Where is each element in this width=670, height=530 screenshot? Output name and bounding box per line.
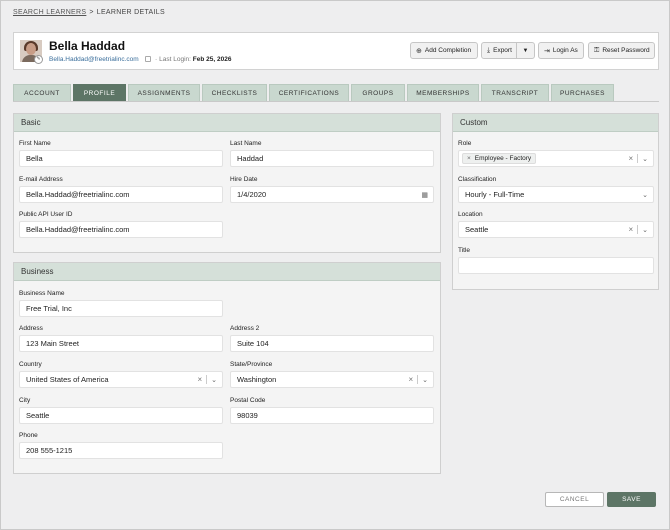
phone-label: Phone — [19, 432, 38, 439]
state-value: Washington — [237, 375, 277, 384]
export-label: Export — [493, 47, 512, 54]
last-name-field[interactable]: Haddad — [230, 150, 434, 167]
state-select[interactable]: Washington × ⌄ — [230, 371, 434, 388]
postal-code-field[interactable]: 98039 — [230, 407, 434, 424]
country-label: Country — [19, 361, 42, 368]
clear-icon[interactable]: × — [628, 154, 633, 163]
add-completion-button[interactable]: ⊕ Add Completion — [410, 42, 478, 59]
email-field[interactable]: Bella.Haddad@freetrialinc.com — [19, 186, 223, 203]
tab-transcript[interactable]: TRANSCRIPT — [481, 84, 549, 102]
role-value: Employee - Factory — [474, 155, 532, 162]
reset-password-label: Reset Password — [602, 47, 650, 54]
classification-value: Hourly - Full-Time — [465, 190, 525, 199]
custom-panel-title: Custom — [453, 114, 658, 132]
tab-certifications[interactable]: CERTIFICATIONS — [269, 84, 349, 102]
address2-field[interactable]: Suite 104 — [230, 335, 434, 352]
city-label: City — [19, 397, 31, 404]
business-name-field[interactable]: Free Trial, Inc — [19, 300, 223, 317]
breadcrumb: SEARCH LEARNERS > LEARNER DETAILS — [13, 9, 165, 16]
breadcrumb-search-learners[interactable]: SEARCH LEARNERS — [13, 9, 86, 16]
phone-field[interactable]: 208 555-1215 — [19, 442, 223, 459]
chevron-down-icon[interactable]: ▼ — [516, 43, 534, 58]
title-label: Title — [458, 247, 471, 254]
tab-purchases[interactable]: PURCHASES — [551, 84, 614, 102]
copy-icon[interactable] — [145, 56, 151, 63]
location-label: Location — [458, 211, 483, 218]
download-icon: ⤓ — [487, 46, 491, 54]
tab-divider — [13, 101, 659, 102]
role-label: Role — [458, 140, 472, 147]
cancel-button[interactable]: CANCEL — [545, 492, 604, 507]
login-as-label: Login As — [552, 47, 578, 54]
role-select[interactable]: × Employee - Factory × ⌄ — [458, 150, 654, 167]
calendar-icon[interactable]: ▦ — [421, 191, 428, 199]
key-icon: ⚿ — [594, 46, 600, 54]
avatar-edit-icon[interactable]: ✎ — [34, 55, 43, 64]
save-button[interactable]: SAVE — [607, 492, 656, 507]
tab-assignments[interactable]: ASSIGNMENTS — [128, 84, 200, 102]
address-label: Address — [19, 325, 43, 332]
last-login-value: Feb 25, 2026 — [192, 56, 232, 63]
country-value: United States of America — [26, 375, 109, 384]
state-label: State/Province — [230, 361, 273, 368]
breadcrumb-separator: > — [89, 9, 94, 16]
login-as-button[interactable]: ⇥ Login As — [538, 42, 584, 59]
role-chip: × Employee - Factory — [462, 153, 537, 164]
chevron-down-icon[interactable]: ⌄ — [642, 226, 648, 234]
classification-label: Classification — [458, 176, 497, 183]
country-select[interactable]: United States of America × ⌄ — [19, 371, 223, 388]
location-value: Seattle — [465, 225, 489, 234]
first-name-label: First Name — [19, 140, 51, 147]
export-button[interactable]: ⤓ Export ▼ — [481, 42, 535, 59]
tab-groups[interactable]: GROUPS — [351, 84, 405, 102]
location-select[interactable]: Seattle × ⌄ — [458, 221, 654, 238]
breadcrumb-current: LEARNER DETAILS — [96, 9, 165, 16]
clear-icon[interactable]: × — [197, 375, 202, 384]
chevron-down-icon[interactable]: ⌄ — [422, 376, 428, 384]
chevron-down-icon[interactable]: ⌄ — [642, 155, 648, 163]
add-completion-label: Add Completion — [424, 47, 472, 54]
reset-password-button[interactable]: ⚿ Reset Password — [588, 42, 655, 59]
tab-account[interactable]: ACCOUNT — [13, 84, 71, 102]
tab-profile[interactable]: PROFILE — [73, 84, 126, 102]
hire-date-value: 1/4/2020 — [237, 190, 267, 199]
learner-email[interactable]: Bella.Haddad@freetrialinc.com — [49, 56, 139, 63]
remove-chip-icon[interactable]: × — [467, 155, 471, 162]
title-field[interactable] — [458, 257, 654, 274]
last-login-label: Last Login: — [159, 56, 191, 63]
classification-select[interactable]: Hourly - Full-Time ⌄ — [458, 186, 654, 203]
tab-memberships[interactable]: MEMBERSHIPS — [407, 84, 479, 102]
clear-icon[interactable]: × — [408, 375, 413, 384]
plus-circle-icon: ⊕ — [416, 47, 422, 55]
address2-label: Address 2 — [230, 325, 260, 332]
address-field[interactable]: 123 Main Street — [19, 335, 223, 352]
login-icon: ⇥ — [544, 47, 550, 55]
hire-date-label: Hire Date — [230, 176, 258, 183]
postal-code-label: Postal Code — [230, 397, 266, 404]
hire-date-field[interactable]: 1/4/2020 ▦ — [230, 186, 434, 203]
business-panel-title: Business — [14, 263, 440, 281]
clear-icon[interactable]: × — [628, 225, 633, 234]
email-label: E-mail Address — [19, 176, 63, 183]
basic-panel-title: Basic — [14, 114, 440, 132]
city-field[interactable]: Seattle — [19, 407, 223, 424]
first-name-field[interactable]: Bella — [19, 150, 223, 167]
learner-name: Bella Haddad — [49, 39, 126, 53]
api-id-label: Public API User ID — [19, 211, 73, 218]
tab-checklists[interactable]: CHECKLISTS — [202, 84, 267, 102]
business-name-label: Business Name — [19, 290, 65, 297]
last-name-label: Last Name — [230, 140, 262, 147]
learner-header: ✎ Bella Haddad Bella.Haddad@freetrialinc… — [13, 32, 659, 70]
api-id-field[interactable]: Bella.Haddad@freetrialinc.com — [19, 221, 223, 238]
last-login: · Last Login: Feb 25, 2026 — [145, 56, 231, 63]
chevron-down-icon[interactable]: ⌄ — [642, 191, 648, 199]
chevron-down-icon[interactable]: ⌄ — [211, 376, 217, 384]
